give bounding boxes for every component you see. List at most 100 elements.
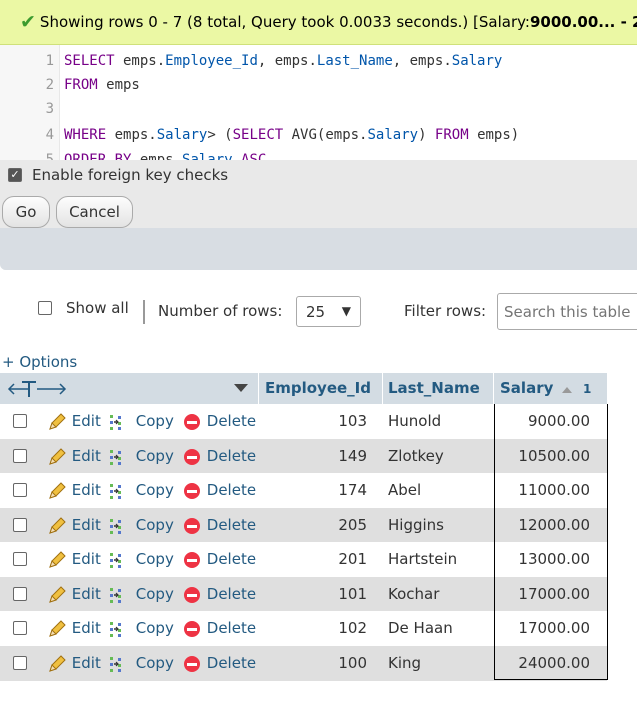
copy-icon	[110, 449, 121, 465]
delete-icon	[184, 620, 200, 637]
last-name-header-label[interactable]: Last_Name	[388, 379, 480, 397]
table-row: Edit Copy Delete 149 Zlotkey 10500.00	[0, 439, 607, 474]
row-checkbox[interactable]	[13, 483, 27, 497]
employee-id-cell: 101	[338, 585, 367, 603]
sql-query-editor[interactable]: 1 SELECT emps.Employee_Id, emps.Last_Name…	[0, 45, 637, 160]
query-success-banner: ✔ Showing rows 0 - 7 (8 total, Query too…	[0, 0, 637, 45]
separator	[143, 300, 145, 324]
salary-range: 9000.00... - 240	[529, 13, 637, 31]
delete-link[interactable]: Delete	[182, 577, 256, 612]
delete-link[interactable]: Delete	[182, 439, 256, 474]
dropdown-triangle-icon[interactable]	[233, 382, 249, 394]
delete-icon	[184, 413, 200, 430]
pencil-icon	[49, 447, 66, 465]
line-number: 3	[45, 101, 54, 117]
sql-token: SELECT	[232, 127, 284, 143]
salary-cell: 9000.00	[527, 412, 590, 430]
rows-per-page-select[interactable]: 25 ▼	[296, 296, 361, 327]
delete-icon	[184, 551, 200, 568]
row-checkbox[interactable]	[13, 656, 27, 670]
copy-label: Copy	[135, 516, 174, 534]
pencil-icon	[49, 585, 66, 603]
edit-link[interactable]: Edit	[47, 508, 101, 543]
row-checkbox[interactable]	[13, 414, 27, 428]
employee-id-cell: 102	[338, 619, 367, 637]
copy-label: Copy	[135, 481, 174, 499]
salary-cell: 13000.00	[518, 550, 590, 568]
sql-line: 5 ORDER BY emps.Salary ASC	[0, 148, 267, 160]
foreign-key-label: Enable foreign key checks	[32, 166, 229, 184]
column-arrows-icon[interactable]	[7, 379, 67, 399]
copy-link[interactable]: Copy	[109, 646, 174, 681]
line-number: 5	[45, 152, 54, 160]
edit-link[interactable]: Edit	[47, 404, 101, 439]
delete-icon	[184, 655, 200, 672]
row-checkbox[interactable]	[13, 449, 27, 463]
copy-link[interactable]: Copy	[109, 542, 174, 577]
employee-id-cell: 174	[338, 481, 367, 499]
delete-link[interactable]: Delete	[182, 542, 256, 577]
sql-token: WHERE	[64, 127, 107, 143]
options-footer	[0, 228, 637, 270]
copy-link[interactable]: Copy	[109, 473, 174, 508]
edit-label: Edit	[71, 585, 101, 603]
copy-link[interactable]: Copy	[109, 611, 174, 646]
edit-link[interactable]: Edit	[47, 473, 101, 508]
foreign-key-option[interactable]: ✓ Enable foreign key checks	[8, 166, 228, 184]
delete-link[interactable]: Delete	[182, 611, 256, 646]
foreign-key-checkbox[interactable]: ✓	[8, 168, 22, 182]
go-button[interactable]: Go	[2, 196, 50, 228]
sql-token: Employee_Id	[165, 53, 258, 69]
edit-link[interactable]: Edit	[47, 646, 101, 681]
last-name-cell: Hunold	[388, 412, 442, 430]
last-name-cell: Kochar	[388, 585, 440, 603]
edit-link[interactable]: Edit	[47, 577, 101, 612]
copy-label: Copy	[135, 412, 174, 430]
delete-link[interactable]: Delete	[182, 508, 256, 543]
edit-link[interactable]: Edit	[47, 542, 101, 577]
sql-token: SELECT	[64, 53, 115, 69]
copy-link[interactable]: Copy	[109, 439, 174, 474]
show-all-checkbox[interactable]	[38, 301, 52, 315]
last-name-cell: Higgins	[388, 516, 444, 534]
rows-per-page-value: 25	[306, 302, 326, 321]
edit-label: Edit	[71, 654, 101, 672]
delete-link[interactable]: Delete	[182, 473, 256, 508]
employee-id-cell: 103	[338, 412, 367, 430]
edit-label: Edit	[71, 550, 101, 568]
edit-link[interactable]: Edit	[47, 439, 101, 474]
employee-id-header-label[interactable]: Employee_Id	[265, 379, 371, 397]
row-checkbox[interactable]	[13, 587, 27, 601]
filter-rows-label: Filter rows:	[404, 302, 487, 320]
delete-label: Delete	[206, 585, 257, 603]
copy-icon	[110, 656, 121, 672]
edit-link[interactable]: Edit	[47, 611, 101, 646]
delete-link[interactable]: Delete	[182, 404, 256, 439]
sql-token: )	[418, 127, 435, 143]
salary-header-label[interactable]: Salary	[500, 379, 553, 397]
employee-id-cell: 149	[338, 447, 367, 465]
table-row: Edit Copy Delete 174 Abel 11000.00	[0, 473, 607, 508]
row-checkbox[interactable]	[13, 621, 27, 635]
search-input[interactable]	[497, 293, 637, 330]
delete-label: Delete	[206, 550, 257, 568]
copy-link[interactable]: Copy	[109, 577, 174, 612]
pencil-icon	[49, 481, 66, 499]
actions-header	[0, 373, 258, 404]
row-checkbox[interactable]	[13, 518, 27, 532]
row-checkbox[interactable]	[13, 552, 27, 566]
copy-label: Copy	[135, 585, 174, 603]
delete-link[interactable]: Delete	[182, 646, 256, 681]
employee-id-cell: 100	[338, 654, 367, 672]
employee-id-cell: 205	[338, 516, 367, 534]
sql-token: ASC	[232, 152, 267, 160]
cancel-button[interactable]: Cancel	[56, 196, 133, 228]
options-link[interactable]: + Options	[2, 353, 77, 371]
copy-link[interactable]: Copy	[109, 508, 174, 543]
table-row: Edit Copy Delete 101 Kochar 17000.00	[0, 577, 607, 612]
sql-token: Salary	[156, 127, 208, 143]
line-number: 4	[45, 127, 54, 143]
sql-token: Last_Name	[316, 53, 393, 69]
copy-link[interactable]: Copy	[109, 404, 174, 439]
copy-icon	[110, 483, 121, 499]
